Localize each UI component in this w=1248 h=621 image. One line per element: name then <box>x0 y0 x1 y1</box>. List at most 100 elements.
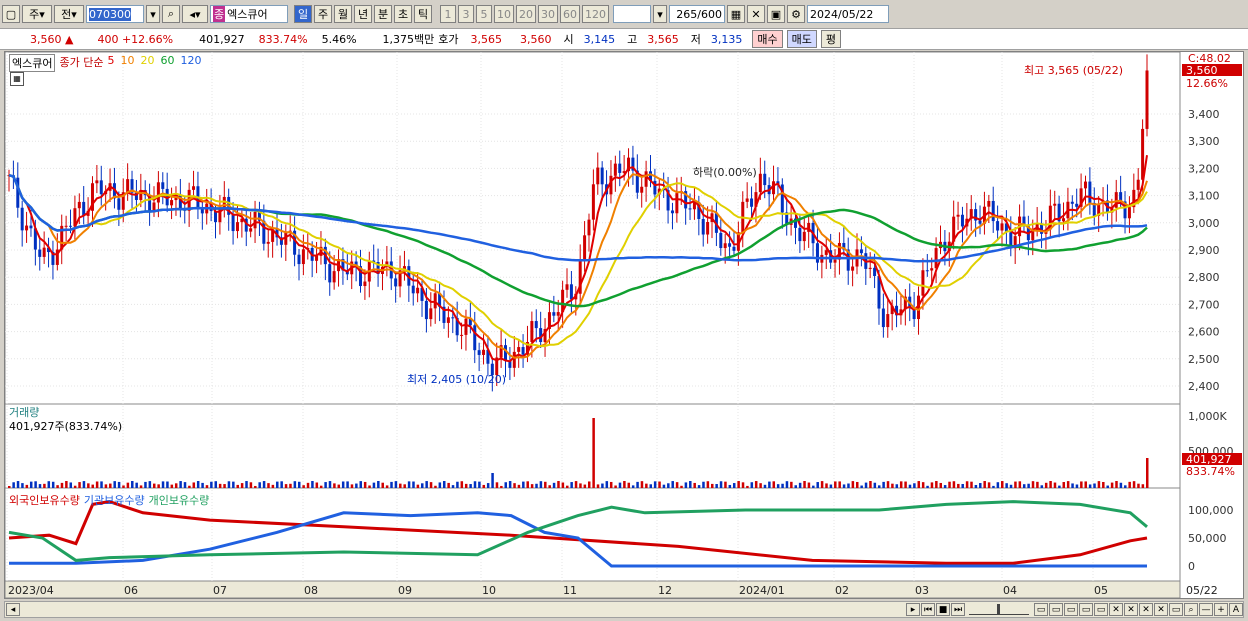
buy-button[interactable]: 매수 <box>752 30 783 48</box>
first-icon[interactable]: ⏮ <box>921 603 935 616</box>
period-button-4[interactable]: 분 <box>374 5 392 23</box>
volume-bar <box>1075 484 1079 488</box>
candle-body <box>587 219 591 236</box>
volume-bar <box>856 481 859 488</box>
zoom-in-icon[interactable]: + <box>1214 603 1228 616</box>
interval-button-7[interactable]: 120 <box>582 5 609 23</box>
interval-button-2[interactable]: 5 <box>476 5 492 23</box>
volume-bar <box>587 481 591 488</box>
candle-body <box>763 173 767 186</box>
volume-bar <box>728 484 732 488</box>
candle-body <box>99 180 103 195</box>
volume-bar <box>284 484 288 488</box>
stop-icon[interactable]: ■ <box>936 603 950 616</box>
candle-body <box>473 325 477 351</box>
volume-bar <box>684 482 688 488</box>
volume-bar <box>245 481 248 488</box>
volume-bar <box>895 484 899 488</box>
volume-bar <box>333 483 336 488</box>
scroll-right-icon[interactable]: ▸ <box>906 603 920 616</box>
volume-bar <box>1049 481 1052 488</box>
tool-icon-9[interactable]: ✕ <box>1154 603 1168 616</box>
volume-bar <box>671 481 674 488</box>
interval-button-3[interactable]: 10 <box>494 5 514 23</box>
chart-svg[interactable]: 3,400 3,300 3,200 3,100 3,000 2,900 2,800 2,700… <box>5 52 1243 598</box>
volume-bar <box>645 483 648 488</box>
tool-icon-4[interactable]: ▭ <box>1079 603 1093 616</box>
last-icon[interactable]: ⏭ <box>951 603 965 616</box>
grid-icon[interactable]: ▦ <box>727 5 745 23</box>
avg-button[interactable]: 평 <box>820 30 842 48</box>
price-y-tick: 3,200 <box>1188 162 1220 175</box>
price-y-tick: 2,900 <box>1188 244 1220 257</box>
volume-bar <box>249 482 253 488</box>
crosshair-icon[interactable]: ✕ <box>747 5 765 23</box>
candle-body <box>482 349 486 355</box>
interval-button-1[interactable]: 3 <box>458 5 474 23</box>
interval-button-4[interactable]: 20 <box>516 5 536 23</box>
tool-icon-11[interactable]: ⌕ <box>1184 603 1198 616</box>
tool-icon-7[interactable]: ✕ <box>1124 603 1138 616</box>
period-button-6[interactable]: 틱 <box>414 5 432 23</box>
chart-area[interactable]: 3,400 3,300 3,200 3,100 3,000 2,900 2,800 2,700… <box>4 51 1244 599</box>
calculator-icon[interactable]: ▦ <box>10 72 24 86</box>
stock-name-field[interactable]: 종 엑스큐어 <box>210 5 288 23</box>
speaker-icon[interactable]: ◂▾ <box>182 5 208 23</box>
scroll-left-icon[interactable]: ◂ <box>6 603 20 616</box>
turnover-pct: 5.46% <box>321 32 357 46</box>
volume-bar <box>886 481 890 488</box>
period-button-1[interactable]: 주 <box>314 5 332 23</box>
volume-bar <box>1027 483 1030 488</box>
holdings-legend-1: 기관보유수량 <box>83 494 145 507</box>
font-size-icon[interactable]: A <box>1229 603 1243 616</box>
candle-body <box>925 270 929 272</box>
layout-icon[interactable]: ▢ <box>2 5 20 23</box>
volume-bar <box>47 481 51 488</box>
zoom-slider[interactable] <box>969 604 1029 615</box>
scroll-bar[interactable]: ◂ ▸ ⏮ ■ ⏭ ▭ ▭ ▭ ▭ ▭ ✕ ✕ ✕ ✕ ▭ ⌕ — + A <box>4 601 1244 618</box>
tool-icon-6[interactable]: ✕ <box>1109 603 1123 616</box>
volume-bar <box>1005 483 1008 488</box>
code-dropdown-icon[interactable]: ▾ <box>146 5 160 23</box>
save-icon[interactable]: ▣ <box>767 5 785 23</box>
volume-bar <box>469 484 472 488</box>
count-field[interactable]: 265/600 <box>669 5 725 23</box>
interval-button-0[interactable]: 1 <box>440 5 456 23</box>
volume-bar <box>341 481 345 488</box>
volume-bar <box>992 485 995 488</box>
price-y-tick: 2,500 <box>1188 353 1220 366</box>
period-button-3[interactable]: 년 <box>354 5 372 23</box>
period-button-5[interactable]: 초 <box>394 5 412 23</box>
price-y-tick: 3,000 <box>1188 217 1220 230</box>
volume-bar <box>192 482 196 488</box>
volume-bar <box>293 481 297 488</box>
x-axis-label: 07 <box>213 584 227 597</box>
period-button-0[interactable]: 일 <box>294 5 312 23</box>
gear-icon[interactable]: ⚙ <box>787 5 805 23</box>
period-button-2[interactable]: 월 <box>334 5 352 23</box>
prev-select[interactable]: 전 ▾ <box>54 5 84 23</box>
tool-icon-8[interactable]: ✕ <box>1139 603 1153 616</box>
interval-input[interactable] <box>613 5 651 23</box>
interval-button-5[interactable]: 30 <box>538 5 558 23</box>
tool-icon-2[interactable]: ▭ <box>1049 603 1063 616</box>
candle-body <box>1088 181 1092 203</box>
interval-dropdown-icon[interactable]: ▾ <box>653 5 667 23</box>
zoom-out-icon[interactable]: — <box>1199 603 1213 616</box>
tool-icon-10[interactable]: ▭ <box>1169 603 1183 616</box>
search-icon[interactable]: ⌕ <box>162 5 180 23</box>
stock-code-input[interactable]: 070300 <box>86 5 144 23</box>
volume-bar <box>526 481 529 488</box>
sell-button[interactable]: 매도 <box>786 30 817 48</box>
volume-bar <box>1058 485 1061 488</box>
tool-icon-5[interactable]: ▭ <box>1094 603 1108 616</box>
volume-bar <box>311 481 314 488</box>
interval-button-6[interactable]: 60 <box>560 5 580 23</box>
volume-bar <box>456 481 459 488</box>
period-week-select[interactable]: 주 ▾ <box>22 5 52 23</box>
volume-bar <box>790 481 793 488</box>
candle-body <box>64 225 68 227</box>
date-field[interactable]: 2024/05/22 <box>807 5 889 23</box>
tool-icon-1[interactable]: ▭ <box>1034 603 1048 616</box>
tool-icon-3[interactable]: ▭ <box>1064 603 1078 616</box>
